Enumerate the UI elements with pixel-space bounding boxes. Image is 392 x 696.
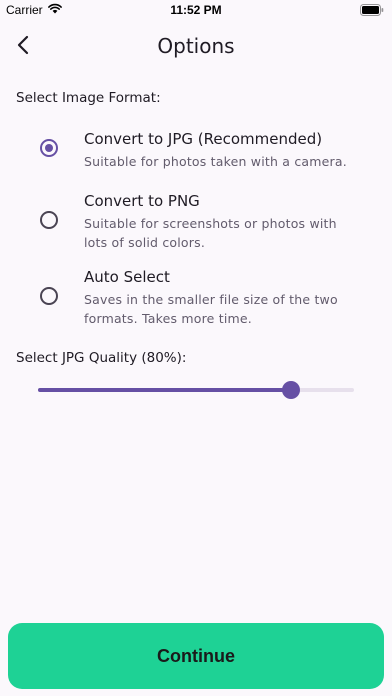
radio-auto[interactable] xyxy=(40,287,58,305)
app-header: Options xyxy=(0,24,392,70)
slider-thumb[interactable] xyxy=(281,381,300,399)
page-title: Options xyxy=(157,34,235,58)
option-auto-title: Auto Select xyxy=(84,268,170,286)
option-png-description: Suitable for screenshots or photos with … xyxy=(84,216,337,250)
option-auto-description: Saves in the smaller file size of the tw… xyxy=(84,292,338,326)
radio-jpg[interactable] xyxy=(40,139,58,157)
option-auto-select[interactable]: Auto Select Saves in the smaller file si… xyxy=(30,268,370,326)
jpg-quality-label: Select JPG Quality (80%): xyxy=(16,350,187,366)
slider-fill xyxy=(38,388,291,392)
continue-button[interactable]: Continue xyxy=(8,623,384,689)
option-jpg-description: Suitable for photos taken with a camera. xyxy=(84,154,347,169)
option-convert-png[interactable]: Convert to PNG Suitable for screenshots … xyxy=(30,192,370,250)
option-convert-jpg[interactable]: Convert to JPG (Recommended) Suitable fo… xyxy=(30,130,370,170)
battery-icon xyxy=(360,4,384,16)
option-jpg-title: Convert to JPG (Recommended) xyxy=(84,130,323,148)
image-format-label: Select Image Format: xyxy=(16,90,161,106)
radio-png[interactable] xyxy=(40,211,58,229)
option-png-title: Convert to PNG xyxy=(84,192,200,210)
jpg-quality-slider[interactable] xyxy=(38,380,354,400)
status-bar: Carrier 11:52 PM xyxy=(0,0,392,20)
status-time: 11:52 PM xyxy=(170,3,222,17)
